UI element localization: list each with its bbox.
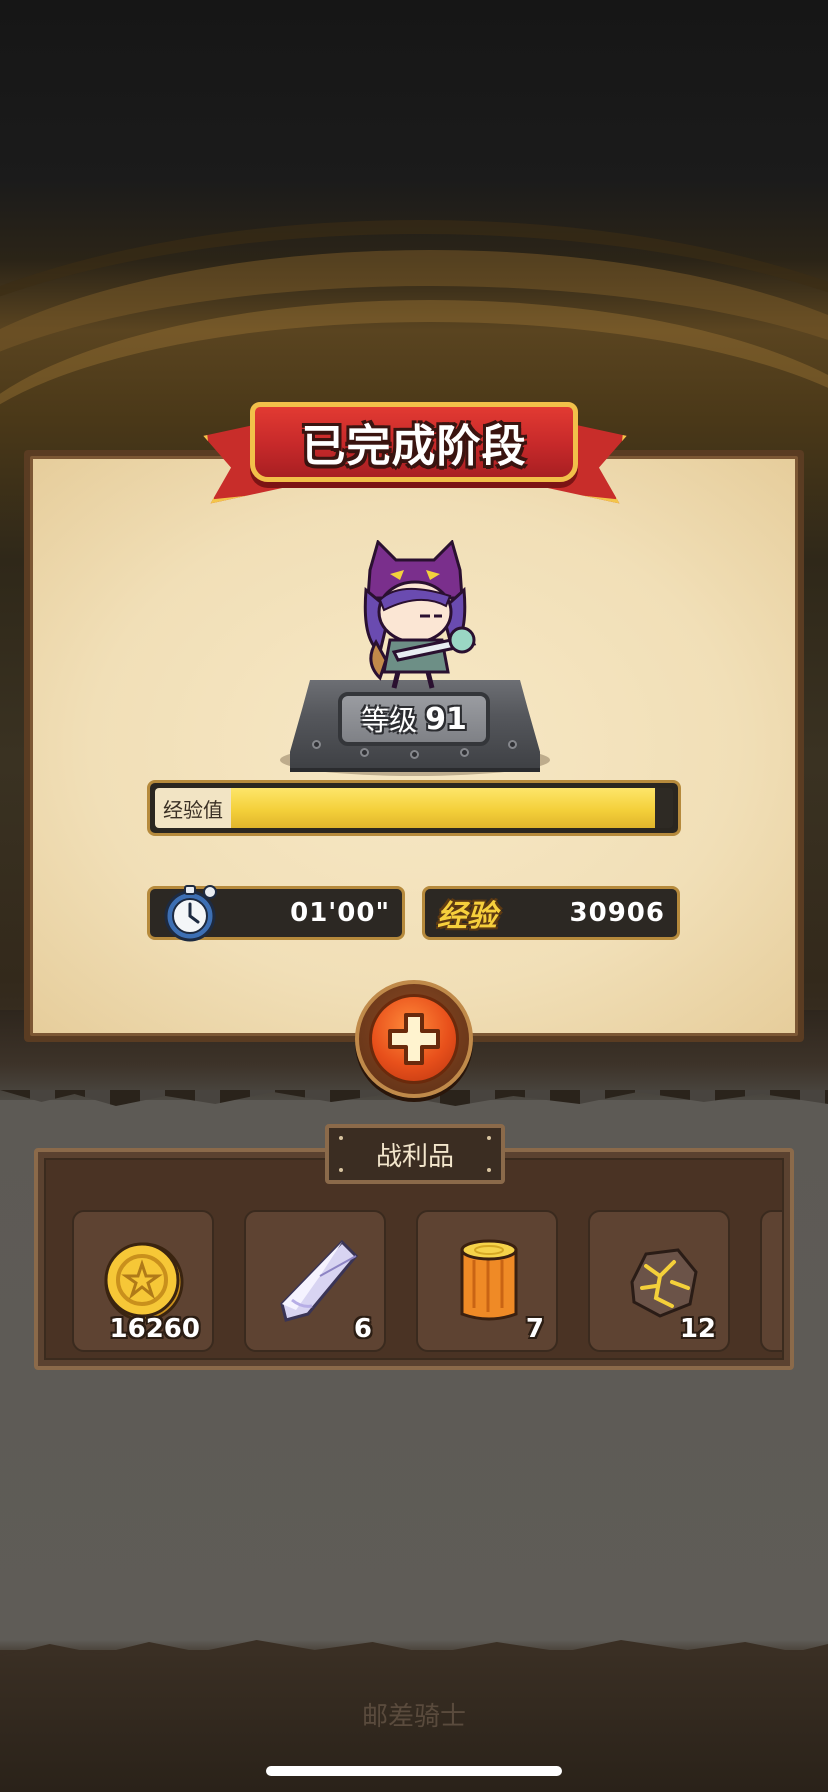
loot-slot-partial[interactable] — [760, 1210, 782, 1352]
plate-rivet — [487, 1136, 491, 1140]
exp-fill — [231, 788, 656, 828]
loot-count: 6 — [353, 1314, 372, 1344]
level-value: 91 — [425, 701, 467, 737]
loot-count: 7 — [525, 1314, 544, 1344]
plate-rivet — [487, 1168, 491, 1172]
loot-title-plate: 战利品 — [325, 1124, 505, 1184]
level-label: 等级 — [361, 704, 418, 737]
wood-log-icon — [460, 1239, 518, 1321]
pedestal-stud — [508, 740, 517, 749]
loot-slot-crystal[interactable]: 6 — [244, 1210, 386, 1352]
banner-title: 已完成阶段 — [301, 421, 527, 472]
pedestal-stud — [312, 740, 321, 749]
hero-character — [363, 540, 477, 689]
pedestal-stud — [410, 750, 419, 759]
stage-complete-banner: 已完成阶段 — [250, 402, 578, 482]
exp-reward-value: 30906 — [569, 898, 665, 928]
loot-count: 12 — [679, 1314, 716, 1344]
plus-button-face — [369, 994, 459, 1084]
game-screen: 已完成阶段 等级 91 经验值 01'00" 经验 30906 16260 6 … — [0, 0, 828, 1792]
gold-coin-icon — [104, 1242, 184, 1322]
home-indicator[interactable] — [266, 1766, 562, 1776]
loot-slot-wood[interactable]: 7 — [416, 1210, 558, 1352]
footer-game-name: 邮差骑士 — [361, 1702, 466, 1732]
exp-bar-label: 经验值 — [155, 788, 231, 828]
loot-count: 16260 — [109, 1314, 200, 1344]
level-plate: 等级 91 — [338, 692, 490, 746]
pedestal-stud — [460, 748, 469, 757]
loot-inner: 16260 6 7 12 — [44, 1158, 784, 1360]
loot-slot-gold[interactable]: 16260 — [72, 1210, 214, 1352]
bonus-plus-button[interactable] — [355, 980, 473, 1098]
plus-icon — [388, 1013, 440, 1065]
exp-progress-bar: 经验值 — [147, 780, 681, 836]
exp-reward-stat: 经验 30906 — [422, 886, 680, 940]
stopwatch-icon — [164, 885, 217, 942]
plate-rivet — [339, 1168, 343, 1172]
loot-title: 战利品 — [375, 1141, 454, 1172]
pedestal-stud — [360, 748, 369, 757]
crystal-shard-icon — [280, 1239, 359, 1322]
ore-stone-icon — [630, 1248, 698, 1318]
time-value: 01'00" — [290, 898, 390, 928]
loot-slot-ore[interactable]: 12 — [588, 1210, 730, 1352]
exp-reward-label: 经验 — [437, 899, 497, 934]
exp-track — [231, 788, 673, 828]
plate-rivet — [339, 1136, 343, 1140]
